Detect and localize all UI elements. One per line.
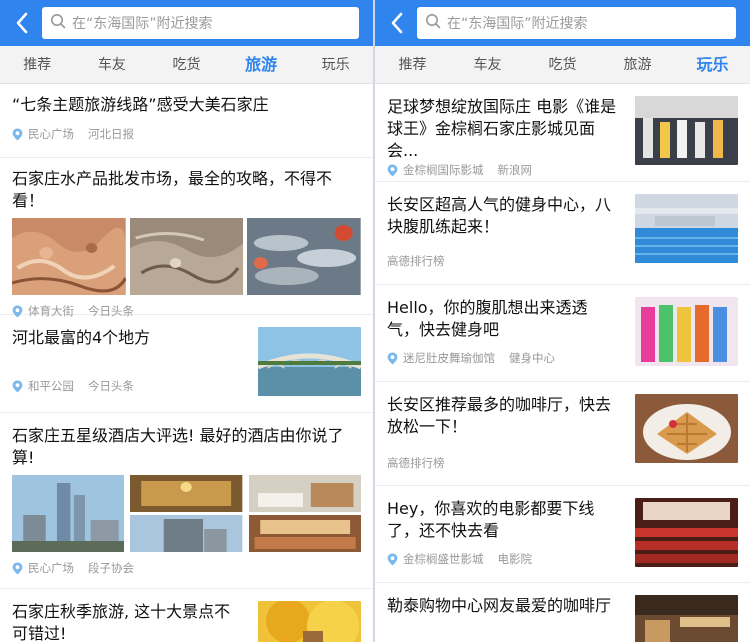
search-input[interactable]: 在“东海国际”附近搜索 xyxy=(42,7,359,39)
tab-foodies[interactable]: 吃货 xyxy=(525,46,600,83)
item-images xyxy=(12,218,362,295)
item-source: 新浪网 xyxy=(497,163,533,177)
shrimp-photo xyxy=(12,218,126,295)
location-pin-icon xyxy=(387,553,398,566)
football-event-photo xyxy=(635,96,738,165)
list-item[interactable]: 勒泰购物中心网友最爱的咖啡厅 xyxy=(375,583,750,642)
tab-recommend[interactable]: 推荐 xyxy=(0,46,75,83)
item-meta: 民心广场 河北日报 xyxy=(12,123,361,145)
city-skyline-photo xyxy=(12,475,125,552)
waffle-photo xyxy=(635,394,738,463)
item-source: 段子协会 xyxy=(88,561,134,575)
tab-car-friends[interactable]: 车友 xyxy=(450,46,525,83)
feed-list: “七条主题旅游线路”感受大美石家庄 民心广场 河北日报 石家庄水产品批发市场，最… xyxy=(0,84,373,642)
item-meta: 迷尼肚皮舞瑜伽馆 健身中心 xyxy=(387,347,617,369)
list-item[interactable]: Hello，你的腹肌想出来透透气，快去健身吧 迷尼肚皮舞瑜伽馆 健身中心 xyxy=(375,285,750,382)
top-bar: 在“东海国际”附近搜索 xyxy=(0,0,373,46)
item-location: 民心广场 xyxy=(28,561,74,575)
hotel-room-photo xyxy=(248,475,361,512)
item-meta: 民心广场 段子协会 xyxy=(12,557,361,579)
location-pin-icon xyxy=(12,128,23,141)
left-screen: 在“东海国际”附近搜索 推荐 车友 吃货 旅游 玩乐 “七条主题旅游线路”感受大… xyxy=(0,0,375,642)
cafe-interior-photo xyxy=(635,595,738,642)
item-meta: 高德排行榜 xyxy=(387,452,617,474)
list-item[interactable]: 足球梦想绽放国际庄 电影《谁是球王》金棕榈石家庄影城见面会... 金棕榈国际影城… xyxy=(375,84,750,182)
location-pin-icon xyxy=(387,352,398,365)
tab-travel[interactable]: 旅游 xyxy=(600,46,675,83)
item-source: 今日头条 xyxy=(88,379,134,393)
item-title: 长安区超高人气的健身中心，八块腹肌练起来！ xyxy=(387,195,612,236)
item-title: “七条主题旅游线路”感受大美石家庄 xyxy=(12,95,269,114)
item-meta: 和平公园 今日头条 xyxy=(12,375,242,397)
search-icon xyxy=(425,13,441,33)
tab-car-friends[interactable]: 车友 xyxy=(75,46,150,83)
belly-dance-photo xyxy=(635,297,738,366)
tab-fun[interactable]: 玩乐 xyxy=(298,46,373,83)
list-item[interactable]: 石家庄五星级酒店大评选! 最好的酒店由你说了算! 民心广场 段子协会 xyxy=(0,413,373,589)
hotel-room-photos xyxy=(248,475,361,552)
item-title: 足球梦想绽放国际庄 电影《谁是球王》金棕榈石家庄影城见面会... xyxy=(387,97,617,160)
swimming-pool-photo xyxy=(635,194,738,263)
top-bar: 在“东海国际”附近搜索 xyxy=(375,0,750,46)
tab-travel[interactable]: 旅游 xyxy=(224,46,299,83)
list-item[interactable]: 石家庄秋季旅游, 这十大景点不可错过! xyxy=(0,589,373,642)
category-tabs: 推荐 车友 吃货 旅游 玩乐 xyxy=(375,46,750,84)
feed-list: 足球梦想绽放国际庄 电影《谁是球王》金棕榈石家庄影城见面会... 金棕榈国际影城… xyxy=(375,84,750,642)
tab-foodies[interactable]: 吃货 xyxy=(149,46,224,83)
list-item[interactable]: Hey，你喜欢的电影都要下线了，还不快去看 金棕榈盛世影城 电影院 xyxy=(375,486,750,583)
item-meta: 金棕榈盛世影城 电影院 xyxy=(387,548,617,570)
item-meta: 金棕榈国际影城 新浪网 xyxy=(387,162,617,178)
item-title: Hey，你喜欢的电影都要下线了，还不快去看 xyxy=(387,499,595,540)
item-source: 高德排行榜 xyxy=(387,456,445,470)
screens: 在“东海国际”附近搜索 推荐 车友 吃货 旅游 玩乐 “七条主题旅游线路”感受大… xyxy=(0,0,750,642)
item-title: 长安区推荐最多的咖啡厅，快去放松一下！ xyxy=(387,395,612,436)
location-pin-icon xyxy=(12,380,23,393)
item-title: Hello，你的腹肌想出来透透气，快去健身吧 xyxy=(387,298,588,339)
back-arrow-icon[interactable] xyxy=(8,8,36,38)
list-item[interactable]: 长安区超高人气的健身中心，八块腹肌练起来！ 高德排行榜 xyxy=(375,182,750,285)
hotel-restaurant-photo xyxy=(248,515,361,552)
item-location: 和平公园 xyxy=(28,379,74,393)
autumn-scenery-photo xyxy=(258,601,361,642)
item-images xyxy=(12,475,361,552)
item-location: 金棕榈国际影城 xyxy=(403,163,484,177)
list-item[interactable]: 长安区推荐最多的咖啡厅，快去放松一下！ 高德排行榜 xyxy=(375,382,750,486)
search-placeholder: 在“东海国际”附近搜索 xyxy=(447,16,588,32)
item-location: 金棕榈盛世影城 xyxy=(403,552,484,566)
item-location: 民心广场 xyxy=(28,127,74,141)
item-source: 河北日报 xyxy=(88,127,134,141)
shrimp-pile-photo xyxy=(129,218,244,295)
item-location: 迷尼肚皮舞瑜伽馆 xyxy=(403,351,495,365)
item-source: 高德排行榜 xyxy=(387,254,445,268)
item-title: 石家庄秋季旅游, 这十大景点不可错过! xyxy=(12,602,231,642)
list-item[interactable]: 河北最富的4个地方 和平公园 今日头条 xyxy=(0,315,373,413)
back-arrow-icon[interactable] xyxy=(383,8,411,38)
item-title: 勒泰购物中心网友最爱的咖啡厅 xyxy=(387,596,612,615)
hotel-tower-photo xyxy=(130,515,243,552)
item-title: 河北最富的4个地方 xyxy=(12,328,151,347)
right-screen: 在“东海国际”附近搜索 推荐 车友 吃货 旅游 玩乐 足球梦想绽放国际庄 电影《… xyxy=(375,0,750,642)
item-source: 健身中心 xyxy=(509,351,555,365)
search-placeholder: 在“东海国际”附近搜索 xyxy=(72,16,213,32)
bridge-photo xyxy=(258,327,361,396)
location-pin-icon xyxy=(12,562,23,575)
item-source: 电影院 xyxy=(497,552,533,566)
category-tabs: 推荐 车友 吃货 旅游 玩乐 xyxy=(0,46,373,84)
item-meta: 高德排行榜 xyxy=(387,250,617,272)
hotel-lobby-photos xyxy=(130,475,243,552)
item-title: 石家庄水产品批发市场，最全的攻略，不得不看！ xyxy=(12,169,333,210)
search-icon xyxy=(50,13,66,33)
location-pin-icon xyxy=(387,164,398,177)
fish-market-photo xyxy=(247,218,362,295)
cinema-seats-photo xyxy=(635,498,738,567)
tab-fun[interactable]: 玩乐 xyxy=(675,46,750,83)
hotel-lobby-photo xyxy=(130,475,243,512)
search-input[interactable]: 在“东海国际”附近搜索 xyxy=(417,7,736,39)
list-item[interactable]: “七条主题旅游线路”感受大美石家庄 民心广场 河北日报 xyxy=(0,84,373,158)
item-title: 石家庄五星级酒店大评选! 最好的酒店由你说了算! xyxy=(12,426,344,467)
tab-recommend[interactable]: 推荐 xyxy=(375,46,450,83)
list-item[interactable]: 石家庄水产品批发市场，最全的攻略，不得不看！ 体育大街 今日头条 xyxy=(0,158,373,318)
